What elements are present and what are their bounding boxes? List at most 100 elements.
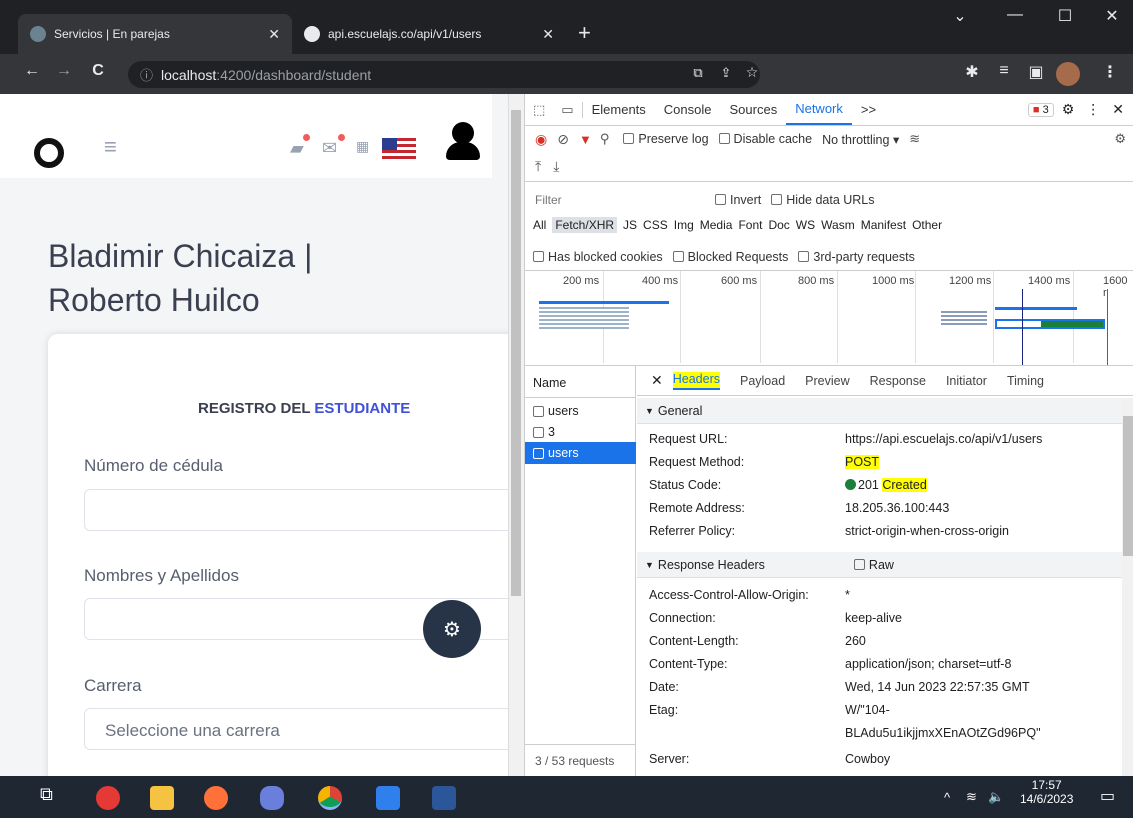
response-headers-section-header[interactable]: ▼ Response Headers Raw (637, 552, 1133, 578)
import-har-icon[interactable]: ⤒ (535, 158, 541, 175)
detail-tab-response[interactable]: Response (870, 374, 926, 388)
side-panel-icon[interactable]: ▣ (1024, 62, 1048, 82)
search-icon[interactable]: ⚲ (600, 131, 610, 147)
type-filter-js[interactable]: JS (623, 218, 637, 232)
disable-cache-checkbox[interactable]: Disable cache (718, 132, 812, 146)
chat-icon[interactable]: ▰ (290, 138, 304, 159)
profile-avatar[interactable] (1056, 62, 1080, 86)
hide-data-urls-checkbox[interactable]: Hide data URLs (771, 193, 875, 207)
type-filter-ws[interactable]: WS (796, 218, 815, 232)
maximize-button[interactable]: ☐ (1045, 6, 1085, 26)
reload-icon[interactable]: C (86, 62, 110, 80)
close-window-button[interactable]: ✕ (1092, 6, 1132, 26)
browser-tab-servicios[interactable]: Servicios | En parejas ✕ (18, 14, 292, 54)
devtools-close-icon[interactable]: ✕ (1112, 101, 1124, 118)
close-tab-icon[interactable]: ✕ (542, 26, 554, 43)
devtools-more-tabs[interactable]: >> (852, 94, 885, 125)
devtools-tab-network[interactable]: Network (786, 94, 852, 125)
show-hidden-icons[interactable]: ^ (944, 790, 950, 805)
throttling-select[interactable]: No throttling ▾ (822, 132, 899, 147)
firefox-icon[interactable] (204, 786, 228, 810)
third-party-checkbox[interactable]: 3rd-party requests (798, 250, 915, 264)
detail-scrollbar-thumb[interactable] (1123, 416, 1133, 556)
clock[interactable]: 17:57 14/6/2023 (1020, 778, 1073, 806)
close-detail-icon[interactable]: ✕ (651, 372, 663, 389)
detail-tab-timing[interactable]: Timing (1007, 374, 1044, 388)
network-conditions-icon[interactable]: ≋ (909, 131, 920, 147)
network-settings-gear-icon[interactable]: ⚙ (1114, 131, 1126, 147)
extensions-icon[interactable]: ✱ (960, 62, 984, 82)
address-bar[interactable]: ⓘ localhost :4200/dashboard/student (128, 61, 760, 88)
us-flag-icon[interactable] (382, 138, 416, 160)
devtools-settings-gear-icon[interactable]: ⚙ (1062, 101, 1075, 118)
wifi-icon[interactable]: ≋ (966, 789, 977, 805)
inspect-element-icon[interactable]: ⬚ (525, 102, 553, 118)
filter-funnel-icon[interactable]: ▼ (579, 132, 592, 147)
type-filter-all[interactable]: All (533, 218, 546, 232)
type-filter-img[interactable]: Img (674, 218, 694, 232)
blocked-requests-checkbox[interactable]: Blocked Requests (672, 250, 788, 264)
record-icon[interactable]: ◉ (535, 131, 547, 148)
type-filter-media[interactable]: Media (700, 218, 733, 232)
chrome-icon[interactable] (318, 786, 342, 810)
forward-icon[interactable]: → (52, 62, 76, 80)
type-filter-font[interactable]: Font (738, 218, 762, 232)
close-tab-icon[interactable]: ✕ (268, 26, 280, 43)
type-filter-manifest[interactable]: Manifest (861, 218, 906, 232)
cedula-input[interactable] (84, 489, 508, 531)
general-section-header[interactable]: ▼ General (637, 398, 1133, 424)
request-row-selected[interactable]: users (525, 442, 636, 464)
type-filter-fetch-xhr[interactable]: Fetch/XHR (552, 217, 618, 233)
word-icon[interactable] (432, 786, 456, 810)
share-icon[interactable]: ⇪ (714, 65, 738, 81)
user-avatar-icon[interactable] (452, 122, 474, 144)
network-overview-timeline[interactable]: 200 ms 400 ms 600 ms 800 ms 1000 ms 1200… (525, 270, 1133, 366)
raw-checkbox[interactable] (853, 559, 865, 570)
browser-tab-api[interactable]: api.escuelajs.co/api/v1/users ✕ (292, 14, 566, 54)
minimize-button[interactable]: — (995, 6, 1035, 24)
filter-input[interactable]: Filter (535, 193, 715, 207)
detail-tab-payload[interactable]: Payload (740, 374, 785, 388)
reading-list-icon[interactable]: ≡ (992, 62, 1016, 80)
devtools-menu-dots-icon[interactable]: ⋮ (1086, 101, 1100, 118)
preserve-log-checkbox[interactable]: Preserve log (623, 132, 709, 146)
back-icon[interactable]: ← (20, 62, 44, 80)
type-filter-wasm[interactable]: Wasm (821, 218, 855, 232)
invert-checkbox[interactable]: Invert (715, 193, 761, 207)
type-filter-css[interactable]: CSS (643, 218, 668, 232)
tab-search-icon[interactable]: ⌄ (940, 6, 980, 26)
notifications-icon[interactable]: ▭ (1100, 786, 1115, 806)
app-logo-icon[interactable] (34, 138, 64, 168)
request-row[interactable]: users (525, 400, 636, 422)
export-har-icon[interactable]: ⤓ (553, 158, 559, 175)
detail-tab-initiator[interactable]: Initiator (946, 374, 987, 388)
devtools-tab-elements[interactable]: Elements (583, 94, 655, 125)
bookmark-star-icon[interactable]: ☆ (740, 64, 764, 81)
volume-icon[interactable]: 🔈 (988, 789, 1004, 805)
request-row[interactable]: 3 (525, 422, 636, 442)
hamburger-menu-icon[interactable]: ≡ (104, 134, 117, 160)
menu-dots-icon[interactable]: ⋮ (1098, 62, 1122, 82)
file-explorer-icon[interactable] (150, 786, 174, 810)
grid-apps-icon[interactable]: ▦ (356, 138, 369, 155)
devtools-tab-sources[interactable]: Sources (721, 94, 787, 125)
type-filter-other[interactable]: Other (912, 218, 942, 232)
mail-icon[interactable]: ✉ (322, 138, 337, 159)
vscode-icon[interactable] (376, 786, 400, 810)
devtools-tab-console[interactable]: Console (655, 94, 721, 125)
carrera-select[interactable]: Seleccione una carrera (84, 708, 508, 750)
type-filter-doc[interactable]: Doc (768, 218, 789, 232)
detail-tab-preview[interactable]: Preview (805, 374, 849, 388)
youtube-music-app-icon[interactable] (96, 786, 120, 810)
has-blocked-cookies-checkbox[interactable]: Has blocked cookies (533, 250, 663, 264)
settings-fab-gear-icon[interactable]: ⚙ (423, 600, 481, 658)
detail-tab-headers[interactable]: Headers (672, 371, 720, 390)
clear-icon[interactable]: ⊘ (557, 131, 569, 148)
issues-badge[interactable]: ■ 3 (1027, 102, 1054, 117)
task-view-icon[interactable]: ⧉ (40, 784, 53, 805)
snipping-tool-icon[interactable] (260, 786, 284, 810)
device-toolbar-icon[interactable]: ▭ (553, 101, 583, 118)
app-scrollbar-thumb[interactable] (511, 110, 521, 596)
translate-icon[interactable]: ⧉ (686, 65, 710, 81)
new-tab-button[interactable]: + (578, 20, 591, 46)
